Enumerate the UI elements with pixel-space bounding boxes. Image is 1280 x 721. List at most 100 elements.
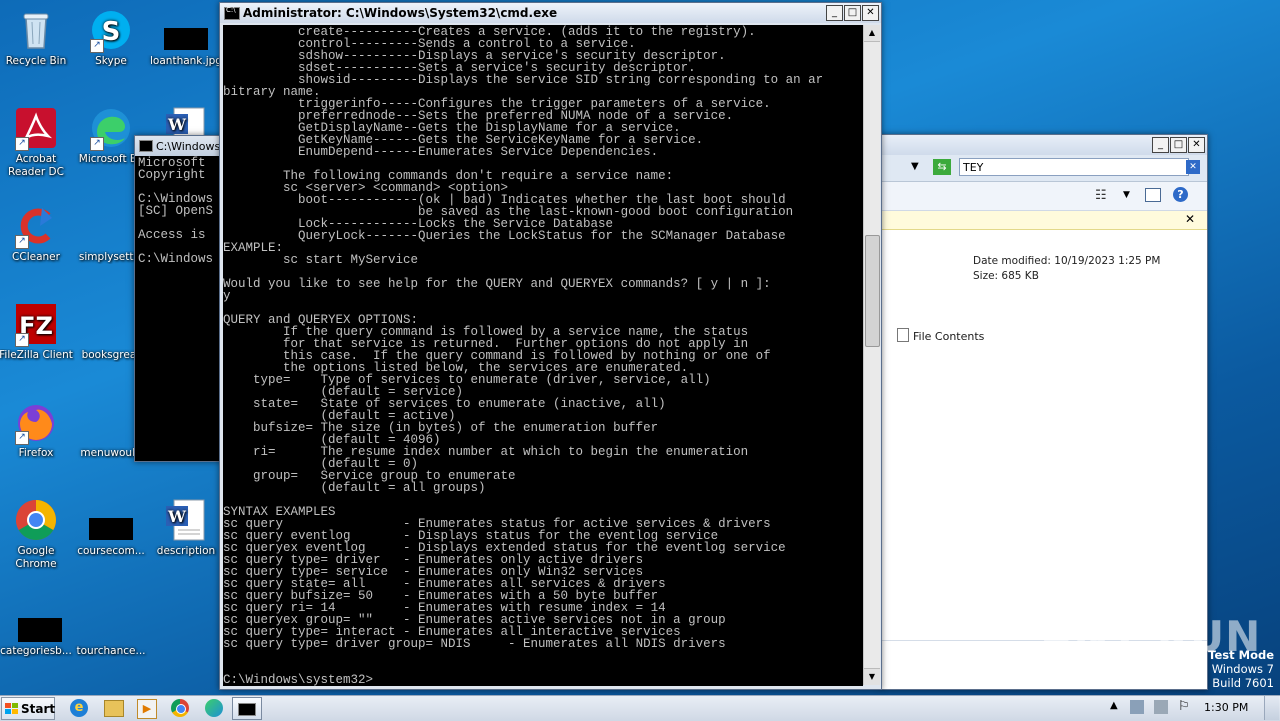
desktop-icon-ccleaner[interactable]: ↗ CCleaner [0, 204, 75, 264]
build-label: Build 7601 [1212, 676, 1274, 690]
start-label: Start [21, 701, 56, 716]
recycle-bin-icon [14, 8, 58, 52]
view-dropdown-icon[interactable]: ▼ [1123, 190, 1130, 200]
minimize-button[interactable]: _ [826, 5, 843, 21]
svg-text:W: W [167, 507, 187, 526]
cmd-title: Administrator: C:\Windows\System32\cmd.e… [243, 6, 558, 20]
taskbar-clock[interactable]: 1:30 PM [1204, 701, 1248, 714]
help-icon[interactable]: ? [1173, 187, 1188, 202]
svg-text:S: S [102, 17, 121, 47]
desktop-icon-label: CCleaner [12, 251, 60, 263]
desktop-icon-loanthank[interactable]: loanthank.jpg [147, 8, 225, 68]
desktop-icon-recycle-bin[interactable]: Recycle Bin [0, 8, 75, 68]
shortcut-arrow-icon: ↗ [15, 235, 29, 249]
cmd-small-titlebar[interactable]: C:\Windows [135, 136, 221, 156]
edge-icon: ↗ [89, 106, 133, 151]
file-thumbnail-icon [89, 612, 133, 642]
cmd-scrollbar[interactable]: ▲ ▼ [863, 25, 880, 685]
view-options-icon[interactable]: ☷ [1095, 188, 1107, 203]
taskbar-cmd-button[interactable] [232, 697, 262, 720]
search-clear-icon[interactable]: ✕ [1186, 160, 1200, 174]
shortcut-arrow-icon: ↗ [90, 137, 104, 151]
maximize-button[interactable]: □ [844, 5, 861, 21]
search-input[interactable] [959, 158, 1189, 176]
file-thumbnail-icon [14, 612, 62, 642]
tray-network2-icon[interactable] [1154, 700, 1168, 714]
desktop-icon-label: loanthank.jpg [150, 55, 222, 67]
file-contents-icon [897, 328, 909, 342]
desktop-icon-label: tourchance... [76, 645, 146, 657]
word-document-icon: W [164, 498, 208, 542]
cmd-window-main[interactable]: C:\ Administrator: C:\Windows\System32\c… [219, 2, 882, 690]
cmd-icon: C:\ [224, 6, 240, 20]
desktop-icon-label: Recycle Bin [5, 55, 67, 67]
shortcut-arrow-icon: ↗ [15, 137, 29, 151]
cmd-window-small[interactable]: C:\Windows Microsoft Copyright C:\Window… [134, 135, 222, 462]
address-dropdown-icon[interactable]: ▼ [911, 161, 919, 172]
cmd-titlebar[interactable]: C:\ Administrator: C:\Windows\System32\c… [220, 3, 881, 23]
cmd-small-title: C:\Windows [156, 139, 221, 153]
maximize-button[interactable]: □ [1170, 137, 1187, 153]
taskbar-media-player-icon[interactable]: ▶ [137, 699, 157, 719]
taskbar-chrome-icon[interactable] [171, 699, 189, 717]
close-button[interactable]: ✕ [1188, 137, 1205, 153]
desktop-icon-categories[interactable]: categoriesb... [0, 612, 75, 658]
desktop-icon-description[interactable]: W description [147, 498, 225, 558]
file-contents-label: File Contents [913, 330, 985, 343]
explorer-address-row: ▼ ⇆ ✕ [881, 155, 1207, 182]
cmd-icon [139, 140, 153, 152]
tray-flag-icon[interactable]: ⚐ [1178, 699, 1190, 714]
windows-logo-icon [5, 703, 18, 714]
cmd-icon [238, 703, 256, 716]
taskbar: Start e ▶ ▲ ⚐ 1:30 PM [0, 695, 1280, 721]
svg-text:W: W [167, 115, 187, 134]
desktop-icon-skype[interactable]: S ↗ Skype [72, 8, 150, 68]
tray-network-icon[interactable] [1130, 700, 1144, 714]
image-file-icon [164, 8, 208, 52]
desktop-icon-label: FileZilla Client [0, 349, 73, 361]
shortcut-arrow-icon: ↗ [90, 39, 104, 53]
preview-pane-icon[interactable] [1145, 188, 1161, 202]
details-size: Size: 685 KB [973, 270, 1039, 282]
acrobat-icon: ↗ [14, 106, 58, 151]
file-thumbnail-icon [89, 302, 133, 346]
show-desktop-button[interactable] [1264, 696, 1279, 720]
start-button[interactable]: Start [1, 697, 55, 720]
scroll-thumb[interactable] [865, 235, 880, 347]
desktop-icon-label: description [156, 545, 216, 557]
taskbar-explorer-icon[interactable] [104, 700, 124, 717]
cmd-small-output: Microsoft Copyright C:\Windows [SC] Open… [135, 156, 221, 458]
info-bar-close-icon[interactable]: ✕ [1185, 212, 1195, 226]
taskbar-edge-icon[interactable] [205, 699, 223, 717]
filezilla-icon: FZ ↗ [14, 302, 58, 347]
desktop-icon-coursecom[interactable]: coursecom... [72, 498, 150, 558]
info-bar: ✕ [881, 211, 1207, 230]
shortcut-arrow-icon: ↗ [15, 431, 29, 445]
close-button[interactable]: ✕ [862, 5, 879, 21]
desktop-icon-label: Skype [95, 55, 127, 67]
cmd-output[interactable]: create----------Creates a service. (adds… [223, 25, 863, 686]
file-contents-link[interactable]: File Contents [897, 328, 984, 343]
tray-show-hidden-icon[interactable]: ▲ [1110, 700, 1118, 711]
explorer-window[interactable]: _ □ ✕ ▼ ⇆ ✕ ☷ ▼ ? ✕ Date modified: 10/19… [880, 134, 1208, 690]
scroll-down-button[interactable]: ▼ [864, 668, 880, 685]
refresh-icon[interactable]: ⇆ [933, 159, 951, 175]
shortcut-arrow-icon: ↗ [15, 333, 29, 347]
desktop-icon-filezilla[interactable]: FZ ↗ FileZilla Client [0, 302, 75, 362]
details-date-modified: Date modified: 10/19/2023 1:25 PM [973, 255, 1161, 267]
chrome-icon [14, 498, 58, 542]
minimize-button[interactable]: _ [1152, 137, 1169, 153]
os-label: Windows 7 [1211, 662, 1274, 676]
ccleaner-icon: ↗ [14, 204, 58, 249]
desktop-icon-tourchance[interactable]: tourchance... [72, 612, 150, 658]
desktop-icon-acrobat[interactable]: ↗ Acrobat Reader DC [0, 106, 75, 179]
skype-icon: S ↗ [89, 8, 133, 53]
firefox-icon: ↗ [14, 400, 58, 445]
scroll-up-button[interactable]: ▲ [864, 25, 880, 42]
file-thumbnail-icon [89, 204, 133, 248]
desktop-icon-firefox[interactable]: ↗ Firefox [0, 400, 75, 460]
taskbar-ie-icon[interactable]: e [70, 699, 88, 717]
desktop-icon-chrome[interactable]: Google Chrome [0, 498, 75, 571]
file-thumbnail-icon [89, 400, 133, 444]
explorer-titlebar[interactable]: _ □ ✕ [881, 135, 1207, 155]
